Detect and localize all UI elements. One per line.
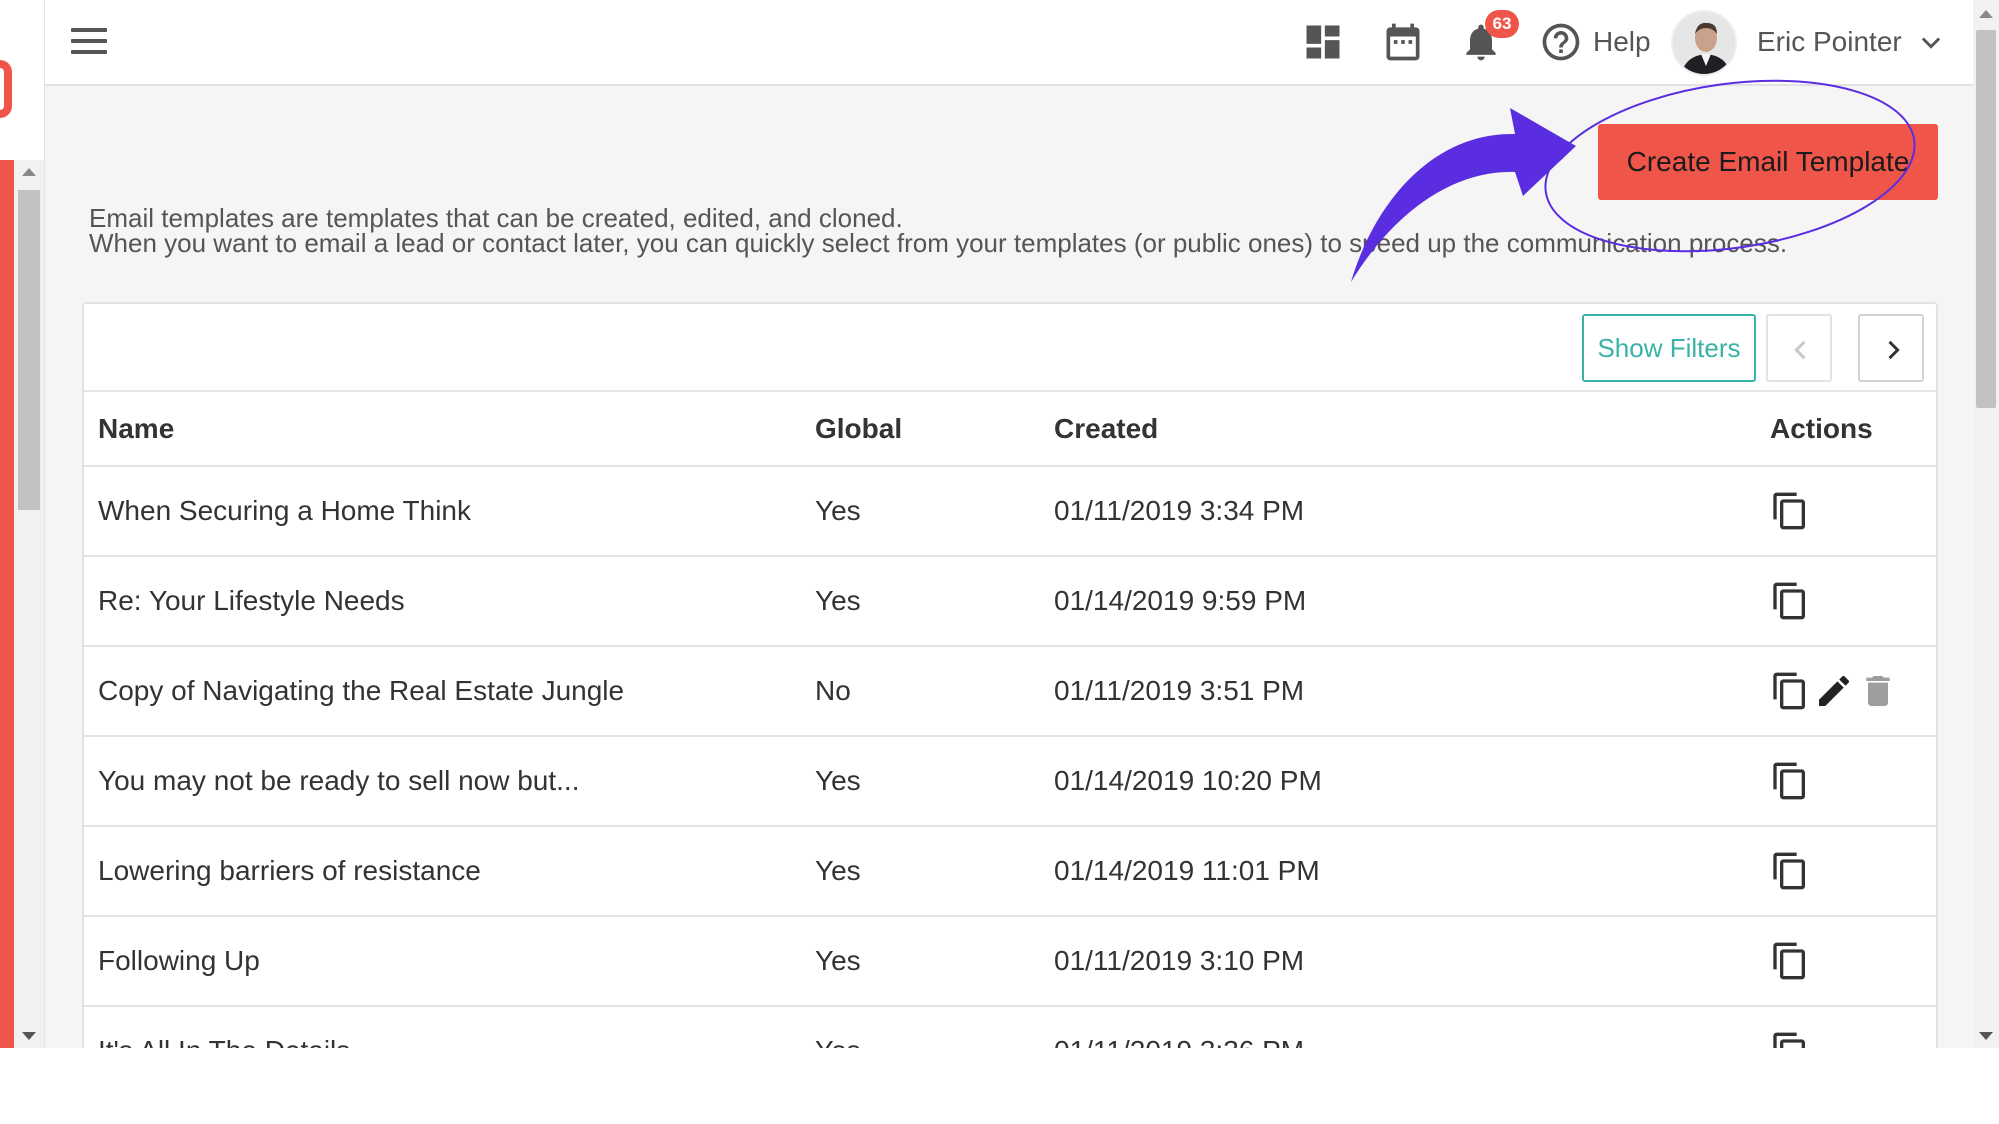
templates-table: Name Global Created Actions When Securin… xyxy=(84,392,1936,1048)
cell-created: 01/11/2019 3:51 PM xyxy=(1040,646,1756,737)
next-page-button[interactable] xyxy=(1858,314,1924,382)
calendar-icon[interactable] xyxy=(1381,20,1425,64)
delete-icon[interactable] xyxy=(1858,671,1898,711)
chevron-right-icon xyxy=(1888,340,1900,360)
scrollbar-thumb[interactable] xyxy=(18,190,40,510)
chevron-down-icon[interactable] xyxy=(1917,28,1945,56)
column-header-name[interactable]: Name xyxy=(84,392,801,467)
templates-card: Show Filters Name Global Created Actions… xyxy=(82,302,1938,1048)
brand-logo-fragment xyxy=(0,0,14,160)
cell-actions xyxy=(1756,736,1936,827)
cell-name[interactable]: Lowering barriers of resistance xyxy=(84,826,801,917)
table-toolbar: Show Filters xyxy=(84,304,1936,392)
description-line-2: When you want to email a lead or contact… xyxy=(89,228,1788,258)
help-link[interactable]: Help xyxy=(1593,26,1651,58)
cell-global: No xyxy=(801,646,1040,737)
table-row[interactable]: Lowering barriers of resistance Yes 01/14/… xyxy=(84,826,1936,917)
scroll-up-arrow-icon[interactable] xyxy=(1979,10,1993,18)
copy-icon[interactable] xyxy=(1770,491,1810,531)
sidebar-strip xyxy=(0,160,14,1048)
cell-name[interactable]: You may not be ready to sell now but... xyxy=(84,736,801,827)
main-content: 63 Help Eric Pointer Create Email Templa… xyxy=(44,0,1973,1048)
cell-created: 01/11/2019 3:10 PM xyxy=(1040,916,1756,1007)
cell-global: Yes xyxy=(801,736,1040,827)
cell-name[interactable]: Following Up xyxy=(84,916,801,1007)
cell-global: Yes xyxy=(801,916,1040,1007)
avatar[interactable] xyxy=(1671,10,1737,76)
cell-created: 01/14/2019 9:59 PM xyxy=(1040,556,1756,647)
notification-badge[interactable]: 63 xyxy=(1485,10,1519,38)
table-row[interactable]: When Securing a Home Think Yes 01/11/2019 … xyxy=(84,466,1936,557)
user-name[interactable]: Eric Pointer xyxy=(1757,26,1902,58)
previous-page-button[interactable] xyxy=(1766,314,1832,382)
cell-created: 01/11/2019 3:34 PM xyxy=(1040,466,1756,557)
cell-actions xyxy=(1756,556,1936,647)
scroll-down-arrow-icon[interactable] xyxy=(1979,1032,1993,1040)
table-row[interactable]: It's All In The DetailsYes01/11/2019 3:3… xyxy=(84,1006,1936,1048)
cell-global: Yes xyxy=(801,556,1040,647)
dashboard-icon[interactable] xyxy=(1301,20,1345,64)
table-row[interactable]: Following Up Yes 01/11/2019 3:10 PM xyxy=(84,916,1936,1007)
copy-icon[interactable] xyxy=(1770,581,1810,621)
cell-name[interactable]: It's All In The Details xyxy=(84,1006,801,1048)
cell-global: Yes xyxy=(801,466,1040,557)
sidebar-scrollbar[interactable] xyxy=(14,160,44,1048)
page-scrollbar[interactable] xyxy=(1973,0,1999,1048)
cell-actions xyxy=(1756,916,1936,1007)
cell-name[interactable]: Re: Your Lifestyle Needs xyxy=(84,556,801,647)
table-row[interactable]: Copy of Navigating the Real Estate Jungl… xyxy=(84,646,1936,737)
scrollbar-thumb[interactable] xyxy=(1976,30,1996,408)
scroll-down-arrow-icon[interactable] xyxy=(22,1032,36,1040)
cell-global: Yes xyxy=(801,1006,1040,1048)
copy-icon[interactable] xyxy=(1770,941,1810,981)
column-header-actions: Actions xyxy=(1756,392,1936,467)
page-description: Email templates are templates that can b… xyxy=(89,205,1788,258)
edit-icon[interactable] xyxy=(1814,671,1854,711)
copy-icon[interactable] xyxy=(1770,761,1810,801)
create-email-template-button[interactable]: Create Email Template xyxy=(1598,124,1938,200)
chevron-left-icon xyxy=(1794,340,1806,360)
copy-icon[interactable] xyxy=(1770,671,1810,711)
cell-actions xyxy=(1756,1006,1936,1048)
menu-icon[interactable] xyxy=(71,28,107,56)
show-filters-button[interactable]: Show Filters xyxy=(1582,314,1756,382)
column-header-created[interactable]: Created xyxy=(1040,392,1756,467)
cell-created: 01/14/2019 11:01 PM xyxy=(1040,826,1756,917)
top-header: 63 Help Eric Pointer xyxy=(45,0,1973,86)
table-row[interactable]: Re: Your Lifestyle Needs Yes 01/14/2019 9:… xyxy=(84,556,1936,647)
cell-created: 01/11/2019 3:36 PM xyxy=(1040,1006,1756,1048)
help-circle-icon[interactable] xyxy=(1539,20,1583,64)
cell-name[interactable]: When Securing a Home Think xyxy=(84,466,801,557)
copy-icon[interactable] xyxy=(1770,1031,1810,1048)
cell-actions xyxy=(1756,466,1936,557)
cell-actions xyxy=(1756,826,1936,917)
column-header-global[interactable]: Global xyxy=(801,392,1040,467)
table-row[interactable]: You may not be ready to sell now but... Y… xyxy=(84,736,1936,827)
cell-created: 01/14/2019 10:20 PM xyxy=(1040,736,1756,827)
cell-name[interactable]: Copy of Navigating the Real Estate Jungl… xyxy=(84,646,801,737)
table-header-row: Name Global Created Actions xyxy=(84,392,1936,467)
cell-actions xyxy=(1756,646,1936,737)
cell-global: Yes xyxy=(801,826,1040,917)
copy-icon[interactable] xyxy=(1770,851,1810,891)
scroll-up-arrow-icon[interactable] xyxy=(22,168,36,176)
